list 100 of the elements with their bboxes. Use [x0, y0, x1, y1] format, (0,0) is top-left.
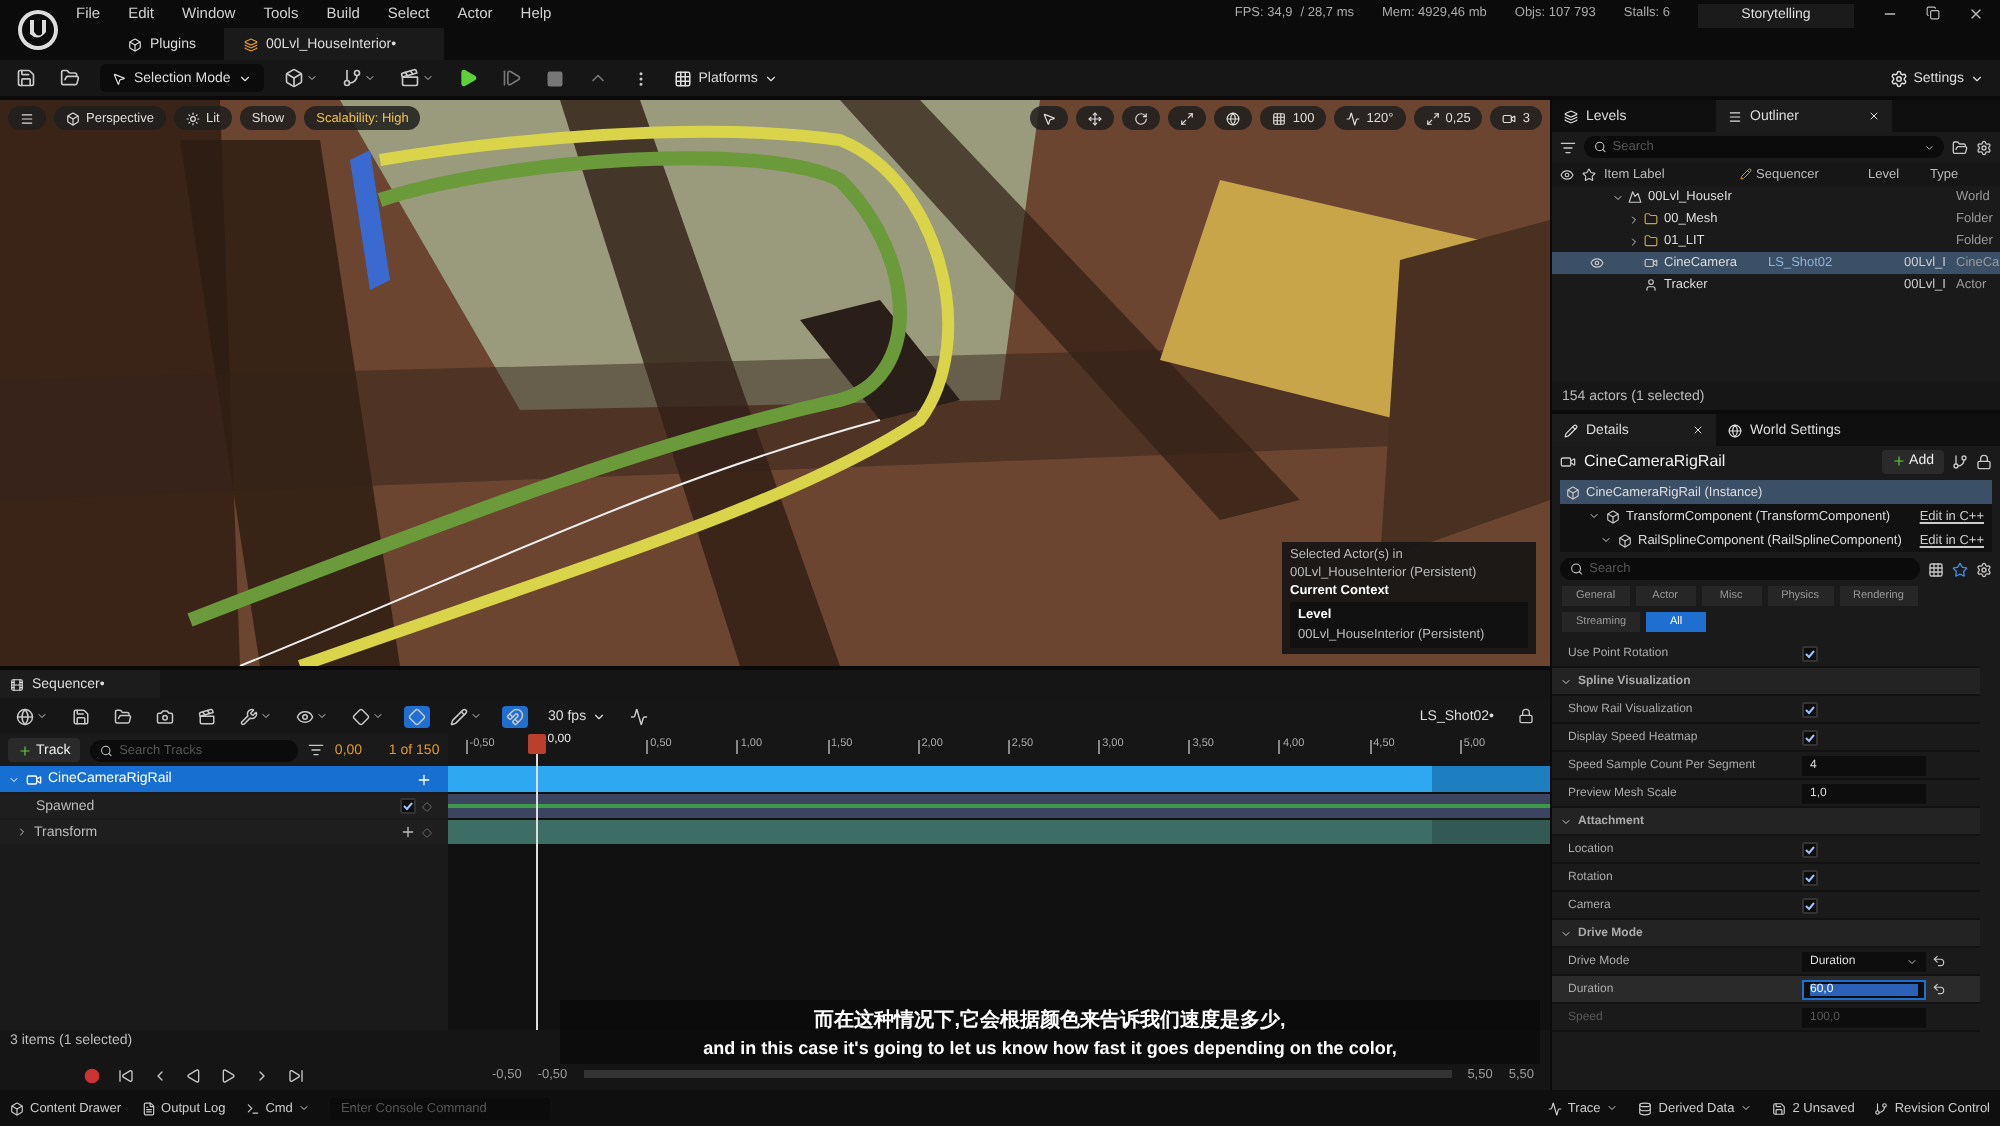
eye-icon [1560, 167, 1574, 181]
diamond-icon [352, 707, 370, 725]
edit-button[interactable] [446, 705, 486, 727]
scale-tool-button[interactable] [1168, 106, 1207, 130]
check-icon [401, 800, 414, 812]
search-icon [1570, 562, 1584, 576]
component-icon [1606, 509, 1620, 523]
folder-icon [1952, 139, 1968, 155]
globe-icon [1728, 423, 1742, 437]
previous-icon [152, 1068, 168, 1084]
stop-button[interactable] [542, 67, 569, 89]
checkbox[interactable] [1802, 869, 1818, 885]
expand-icon [1560, 815, 1572, 827]
expand-icon [1560, 675, 1572, 687]
key-icon [421, 827, 432, 837]
rotate-tool-button[interactable] [1122, 106, 1161, 130]
scale-icon [1425, 111, 1440, 125]
caret-icon [260, 710, 272, 722]
reset-icon [1932, 982, 1946, 996]
layers-icon [1564, 109, 1578, 123]
lock-icon [1518, 708, 1534, 724]
start-button[interactable] [114, 1066, 138, 1086]
collapse-icon [16, 826, 28, 838]
add-icon [415, 771, 432, 787]
end-button[interactable] [284, 1066, 308, 1086]
camera-icon [26, 771, 42, 787]
lock-button[interactable] [1514, 706, 1538, 726]
caret-icon [238, 71, 253, 85]
caret-icon [364, 72, 377, 84]
caret-icon [592, 709, 607, 723]
subtitle-text: 而在这种情况下,它会根据颜色来告诉我们速度是多少, [814, 1006, 1286, 1034]
save-button[interactable] [12, 66, 40, 90]
component-icon [1618, 533, 1632, 547]
select-tool-button[interactable] [1030, 106, 1069, 130]
snap-button[interactable] [502, 705, 528, 727]
next-icon [254, 1068, 270, 1084]
checkbox[interactable] [399, 798, 416, 814]
key-button[interactable] [348, 705, 388, 727]
scale-icon [1180, 111, 1195, 125]
view-button[interactable] [292, 705, 332, 727]
checkbox[interactable] [1802, 841, 1818, 857]
eye-icon [296, 707, 314, 725]
record-button[interactable] [80, 1066, 104, 1086]
restore-button[interactable] [1926, 6, 1940, 20]
cursor-icon [112, 71, 126, 85]
world-button[interactable] [1214, 106, 1253, 130]
skip-forward-icon [288, 1068, 304, 1084]
move-icon [1088, 111, 1103, 125]
checkbox[interactable] [1802, 701, 1818, 717]
menu-button[interactable] [8, 106, 46, 130]
level-icon [1628, 190, 1642, 204]
settings-icon [1889, 69, 1908, 87]
move-tool-button[interactable] [1076, 106, 1115, 130]
world-button[interactable] [12, 705, 52, 727]
component-icon [1566, 485, 1580, 499]
filter-icon [308, 742, 325, 758]
diamond-icon [408, 707, 426, 725]
caret-icon [36, 710, 48, 722]
search-icon [1594, 140, 1607, 154]
checkbox[interactable] [1802, 897, 1818, 913]
checkbox[interactable] [1802, 645, 1818, 661]
expand-icon [1612, 191, 1624, 203]
actor-name: CineCameraRigRail [1584, 452, 1728, 470]
blueprint-icon [1952, 453, 1968, 469]
branch-icon [342, 68, 363, 88]
settings-icon [1976, 561, 1992, 577]
record-icon [84, 1068, 100, 1084]
globe-icon [1226, 111, 1241, 125]
close-button[interactable] [1968, 5, 1984, 21]
settings-icon [1976, 139, 1992, 155]
caret-icon [1923, 141, 1934, 153]
browse-button[interactable] [56, 66, 84, 90]
skip-back-icon [118, 1068, 134, 1084]
curve-button[interactable] [626, 705, 653, 727]
tools-button[interactable] [236, 705, 276, 727]
caret-icon [1906, 955, 1918, 967]
pencil-icon [1564, 423, 1578, 437]
plus-icon [1891, 454, 1906, 468]
checkbox[interactable] [1802, 729, 1818, 745]
plugin-icon [128, 37, 142, 51]
list-icon [1728, 109, 1742, 123]
log-icon [141, 1101, 156, 1115]
rotate-icon [1134, 111, 1149, 125]
logo-icon[interactable] [16, 8, 60, 52]
auto-key-button[interactable] [404, 705, 430, 727]
folder-icon [114, 707, 132, 725]
save-button[interactable] [68, 705, 94, 727]
camera-button[interactable] [152, 705, 178, 727]
grid-icon [1272, 111, 1287, 125]
stop-icon [546, 69, 565, 87]
check-icon [1804, 647, 1816, 659]
reverse-icon [186, 1068, 202, 1084]
save-icon [16, 68, 36, 88]
save-icon [72, 707, 90, 725]
drawer-icon [10, 1101, 24, 1115]
search-icon [100, 743, 114, 757]
star-icon [1582, 167, 1596, 181]
clapperboard-icon [400, 68, 421, 88]
render-button[interactable] [194, 705, 220, 727]
browse-button[interactable] [110, 705, 136, 727]
